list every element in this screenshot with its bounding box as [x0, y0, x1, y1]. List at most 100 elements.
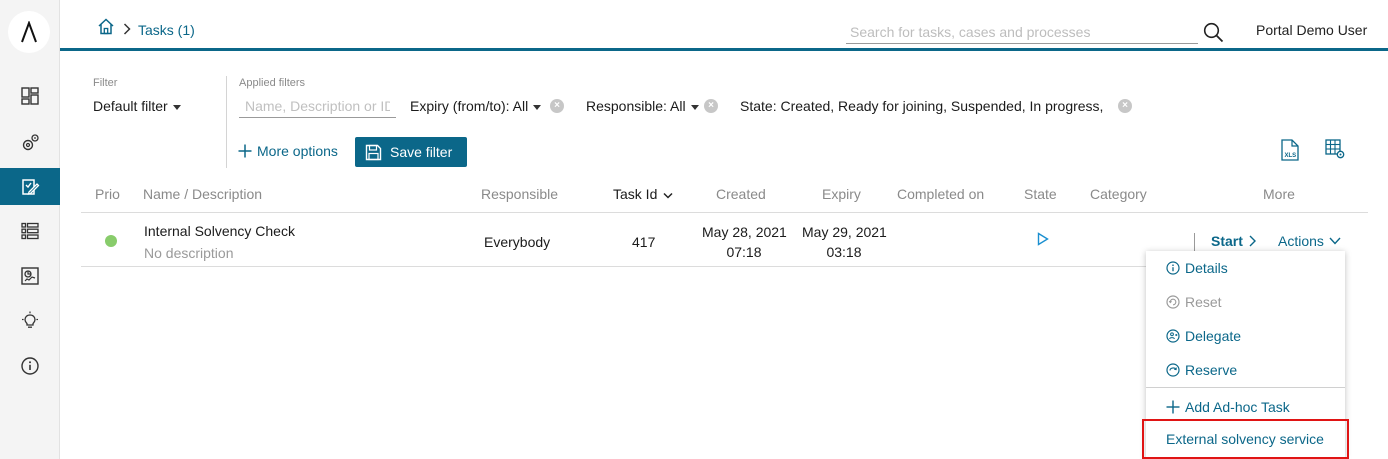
chevron-right-icon [123, 22, 131, 38]
gears-icon [22, 133, 39, 150]
column-header-prio[interactable]: Prio [95, 186, 120, 202]
column-header-category[interactable]: Category [1090, 186, 1147, 202]
plus-icon [1166, 400, 1180, 414]
column-header-task-id[interactable]: Task Id [613, 186, 673, 202]
name-description-id-input[interactable] [239, 94, 396, 118]
svg-text:XLS: XLS [1285, 153, 1297, 159]
menu-item-external-solvency-service-label: External solvency service [1166, 431, 1324, 447]
info-icon [21, 356, 39, 375]
task-created-date: May 28, 2021 [702, 224, 787, 240]
task-created-time: 07:18 [726, 244, 762, 260]
start-task-button[interactable]: Start [1211, 233, 1256, 249]
filter-select[interactable]: Default filter [93, 98, 181, 114]
menu-item-delegate-label: Delegate [1185, 328, 1242, 344]
menu-divider [1146, 387, 1345, 388]
lightbulb-icon [22, 311, 38, 328]
task-description: No description [144, 245, 234, 261]
actions-dropdown-button[interactable]: Actions [1278, 233, 1341, 249]
responsible-filter-chip[interactable]: Responsible: All [586, 98, 699, 114]
column-header-state[interactable]: State [1024, 186, 1057, 202]
save-filter-label: Save filter [390, 144, 453, 160]
info-icon [1166, 261, 1180, 275]
search-icon[interactable] [1203, 22, 1224, 46]
row-actions-divider [1194, 233, 1195, 251]
more-options-link[interactable]: More options [238, 143, 338, 159]
menu-item-reset-label: Reset [1185, 294, 1222, 310]
menu-item-details[interactable]: Details [1146, 253, 1345, 283]
task-expiry-date: May 29, 2021 [802, 224, 887, 240]
state-play-icon [1037, 232, 1049, 249]
sidebar [0, 0, 60, 459]
statistics-icon [21, 266, 39, 285]
dashboard-icon [21, 86, 39, 105]
prio-indicator [105, 235, 117, 247]
logo[interactable] [8, 11, 50, 53]
column-header-completed-on[interactable]: Completed on [897, 186, 984, 202]
filter-select-value: Default filter [93, 98, 168, 114]
menu-item-delegate[interactable]: Delegate [1146, 321, 1345, 351]
task-responsible: Everybody [484, 234, 551, 250]
top-header: Tasks (1) Portal Demo User [60, 0, 1388, 51]
column-header-responsible[interactable]: Responsible [481, 186, 558, 202]
column-header-created[interactable]: Created [716, 186, 766, 202]
column-header-name[interactable]: Name / Description [143, 186, 262, 202]
floppy-disk-icon [365, 144, 382, 160]
menu-item-details-label: Details [1185, 260, 1228, 276]
applied-filters-label: Applied filters [239, 77, 306, 89]
column-settings-icon[interactable] [1325, 139, 1345, 162]
logo-icon [21, 21, 37, 43]
state-filter-label: State: Created, Ready for joining, Suspe… [740, 98, 1104, 114]
column-header-task-id-label: Task Id [613, 186, 658, 202]
chevron-down-icon [1329, 237, 1341, 245]
home-icon[interactable] [97, 18, 115, 38]
breadcrumb-tasks[interactable]: Tasks (1) [138, 22, 195, 38]
sidebar-item-tasks[interactable] [0, 168, 60, 205]
menu-item-add-adhoc-task-label: Add Ad-hoc Task [1185, 399, 1290, 415]
list-icon [21, 222, 39, 239]
sidebar-item-statistics[interactable] [0, 257, 60, 294]
column-header-expiry[interactable]: Expiry [822, 186, 861, 202]
more-options-label: More options [257, 143, 338, 159]
row-divider [81, 266, 1146, 267]
task-id: 417 [632, 234, 656, 250]
reset-icon [1166, 295, 1180, 309]
expiry-filter-chip[interactable]: Expiry (from/to): All [410, 98, 542, 114]
sidebar-item-ideas[interactable] [0, 302, 60, 339]
filter-label: Filter [93, 77, 118, 89]
menu-item-reset[interactable]: Reset [1146, 287, 1345, 317]
caret-down-icon [690, 104, 699, 110]
remove-state-filter-icon[interactable]: × [1118, 99, 1132, 113]
state-filter-chip[interactable]: State: Created, Ready for joining, Suspe… [740, 98, 1103, 114]
chevron-right-icon [1249, 235, 1256, 247]
caret-down-icon [172, 104, 181, 110]
menu-item-external-solvency-service[interactable]: External solvency service [1142, 419, 1349, 459]
task-expiry-time: 03:18 [826, 244, 862, 260]
expiry-filter-label: Expiry (from/to): All [410, 98, 529, 114]
delegate-icon [1166, 329, 1180, 343]
start-task-label: Start [1211, 233, 1243, 249]
plus-icon [238, 144, 252, 158]
sidebar-item-cases[interactable] [0, 212, 60, 249]
menu-item-reserve-label: Reserve [1185, 362, 1238, 378]
menu-item-add-adhoc-task[interactable]: Add Ad-hoc Task [1146, 392, 1345, 422]
actions-label: Actions [1278, 233, 1324, 249]
remove-responsible-filter-icon[interactable]: × [704, 99, 718, 113]
header-divider [81, 212, 1368, 213]
remove-expiry-filter-icon[interactable]: × [550, 99, 564, 113]
sidebar-item-processes[interactable] [0, 124, 60, 161]
save-filter-button[interactable]: Save filter [355, 137, 467, 167]
sort-desc-icon [663, 192, 673, 199]
filter-divider [226, 76, 227, 168]
task-edit-icon [22, 178, 40, 195]
search-input[interactable] [846, 20, 1198, 44]
sidebar-item-dashboard[interactable] [0, 77, 60, 114]
caret-down-icon [533, 104, 542, 110]
actions-menu: Details Reset Delegate Reserve Add Ad-ho… [1142, 251, 1349, 459]
user-menu[interactable]: Portal Demo User [1256, 22, 1367, 38]
menu-item-reserve[interactable]: Reserve [1146, 355, 1345, 385]
sidebar-item-info[interactable] [0, 347, 60, 384]
column-header-more: More [1263, 186, 1295, 202]
reserve-icon [1166, 363, 1180, 377]
export-xls-icon[interactable]: XLS [1280, 139, 1300, 164]
responsible-filter-label: Responsible: All [586, 98, 686, 114]
